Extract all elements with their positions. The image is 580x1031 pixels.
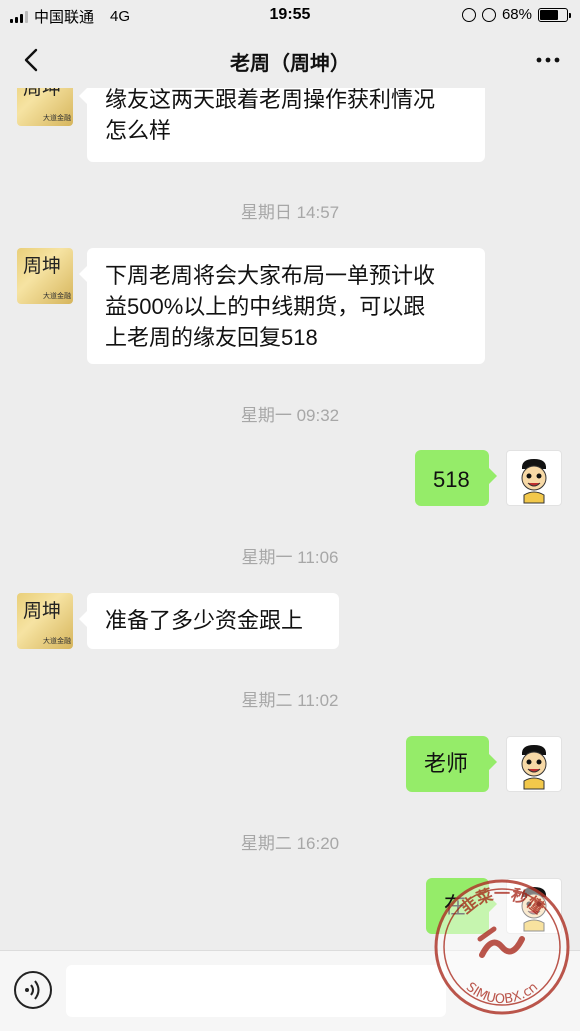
message-line: 益500%以上的中线期货，可以跟 [105, 294, 426, 319]
my-avatar[interactable] [506, 736, 562, 792]
svg-text:大道金融: 大道金融 [43, 291, 71, 300]
message-line: 怎么样 [105, 118, 172, 143]
orientation-lock-icon [461, 7, 476, 22]
message-line: 下周老周将会大家布局一单预计收 [105, 263, 436, 288]
message-input[interactable] [66, 965, 446, 1017]
svg-text:周坤: 周坤 [23, 88, 61, 99]
timestamp: 星期二 11:02 [241, 691, 339, 710]
nav-bar: 老周（周坤） [0, 32, 580, 88]
svg-text:大道金融: 大道金融 [43, 636, 71, 645]
avatar-calligraphy: 周坤 大道金融 [23, 88, 71, 122]
chat-area[interactable]: 周坤 大道金融 缘友这两天跟着老周操作获利情况 怎么样 星期日 14:57 周坤… [0, 88, 580, 950]
message-line: 缘友这两天跟着老周操作获利情况 [105, 88, 436, 112]
cartoon-face-icon [521, 459, 547, 504]
message-bubble[interactable]: 老师 [406, 736, 497, 792]
message-bubble[interactable]: 准备了多少资金跟上 [79, 593, 339, 649]
contact-avatar[interactable]: 周坤 大道金融 [17, 248, 73, 304]
cartoon-face-icon [521, 745, 547, 790]
my-avatar[interactable] [506, 450, 562, 506]
more-icon[interactable] [534, 46, 562, 74]
watermark-stamp: 韭菜一秒懂 SIMUOBX.cn [434, 879, 570, 1015]
svg-text:周坤: 周坤 [23, 600, 61, 622]
message-bubble[interactable]: 缘友这两天跟着老周操作获利情况 怎么样 [79, 88, 485, 162]
timestamp: 星期日 14:57 [240, 203, 340, 222]
timestamp: 星期二 16:20 [240, 834, 340, 853]
battery-icon [538, 7, 571, 22]
chat-title: 老周（周坤） [230, 53, 350, 75]
message-line: 准备了多少资金跟上 [105, 608, 304, 633]
timestamp: 星期一 11:06 [241, 548, 339, 567]
voice-icon [25, 980, 40, 1000]
battery-level [540, 9, 558, 20]
contact-avatar[interactable]: 周坤 大道金融 [17, 88, 73, 126]
contact-avatar[interactable]: 周坤 大道金融 [17, 593, 73, 649]
voice-input-button[interactable] [14, 971, 52, 1009]
status-bar: 中国联通 4G 19:55 68% [0, 0, 580, 32]
avatar-calligraphy: 周坤 大道金融 [23, 600, 71, 645]
svg-text:周坤: 周坤 [23, 255, 61, 277]
avatar-calligraphy: 周坤 大道金融 [23, 255, 71, 300]
battery-percent: 68% [501, 6, 532, 23]
message-text: 518 [433, 467, 470, 492]
message-bubble[interactable]: 518 [415, 450, 497, 506]
message-text: 老师 [424, 751, 469, 776]
message-line: 上老周的缘友回复518 [105, 325, 318, 350]
alarm-icon [481, 7, 496, 22]
timestamp: 星期一 09:32 [240, 406, 340, 425]
message-bubble[interactable]: 下周老周将会大家布局一单预计收 益500%以上的中线期货，可以跟 上老周的缘友回… [79, 248, 485, 364]
svg-text:大道金融: 大道金融 [43, 113, 71, 122]
